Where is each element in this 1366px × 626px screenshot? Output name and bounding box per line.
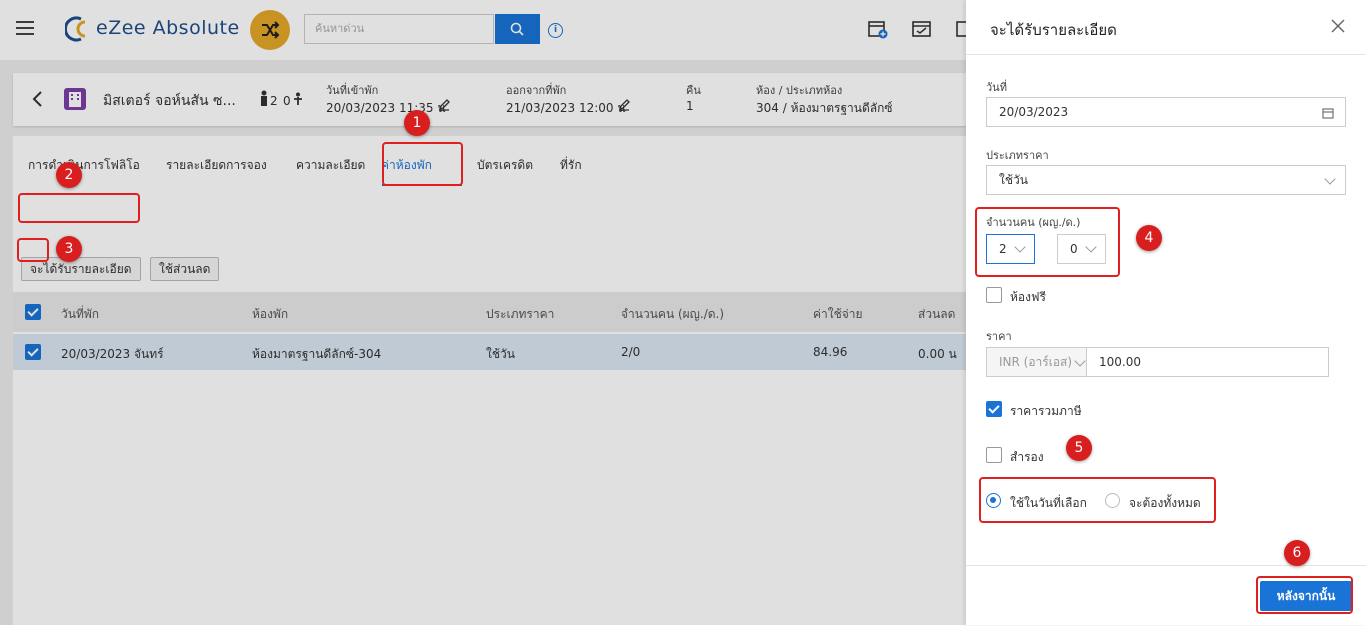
annotation-badge-4: 4: [1136, 225, 1162, 251]
annotation-box-3: [17, 238, 49, 262]
panel-footer-divider: [966, 565, 1366, 566]
reserve-label: สำรอง: [1010, 450, 1044, 464]
annotation-badge-5: 5: [1066, 435, 1092, 461]
panel-title: จะได้รับรายละเอียด: [990, 21, 1117, 39]
annotation-box-1: [382, 142, 463, 186]
tax-inclusive-label: ราคารวมภาษี: [1010, 404, 1082, 418]
price-label: ราคา: [986, 330, 1012, 343]
get-details-panel: จะได้รับรายละเอียด วันที่ 20/03/2023 ประ…: [966, 0, 1366, 625]
rate-type-value: ใช้วัน: [999, 173, 1028, 187]
date-value: 20/03/2023: [999, 105, 1069, 119]
price-input[interactable]: 100.00: [1086, 347, 1329, 377]
reserve-checkbox[interactable]: [986, 447, 1002, 463]
annotation-box-4: [975, 207, 1120, 277]
tax-inclusive-checkbox[interactable]: [986, 401, 1002, 417]
price-value: 100.00: [1099, 355, 1141, 369]
modal-backdrop: [0, 0, 966, 625]
annotation-badge-1: 1: [404, 110, 430, 136]
rate-type-label: ประเภทราคา: [986, 149, 1049, 162]
date-field[interactable]: 20/03/2023: [986, 97, 1346, 127]
panel-header-divider: [966, 54, 1366, 55]
calendar-picker-icon[interactable]: [1322, 107, 1334, 119]
currency-select[interactable]: INR (อาร์เอส): [986, 347, 1087, 377]
currency-value: INR (อาร์เอส): [999, 355, 1073, 369]
annotation-box-6: [1256, 576, 1353, 614]
annotation-box-5: [979, 477, 1216, 523]
close-icon[interactable]: [1330, 18, 1346, 34]
annotation-box-2: [18, 193, 140, 223]
annotation-badge-6: 6: [1284, 540, 1310, 566]
chevron-down-icon: [1074, 355, 1086, 367]
date-label: วันที่: [986, 81, 1007, 94]
rate-type-select[interactable]: ใช้วัน: [986, 165, 1346, 195]
annotation-badge-3: 3: [56, 236, 82, 262]
annotation-badge-2: 2: [56, 162, 82, 188]
chevron-down-icon: [1324, 173, 1336, 185]
free-room-checkbox[interactable]: [986, 287, 1002, 303]
free-room-label: ห้องฟรี: [1010, 290, 1046, 304]
